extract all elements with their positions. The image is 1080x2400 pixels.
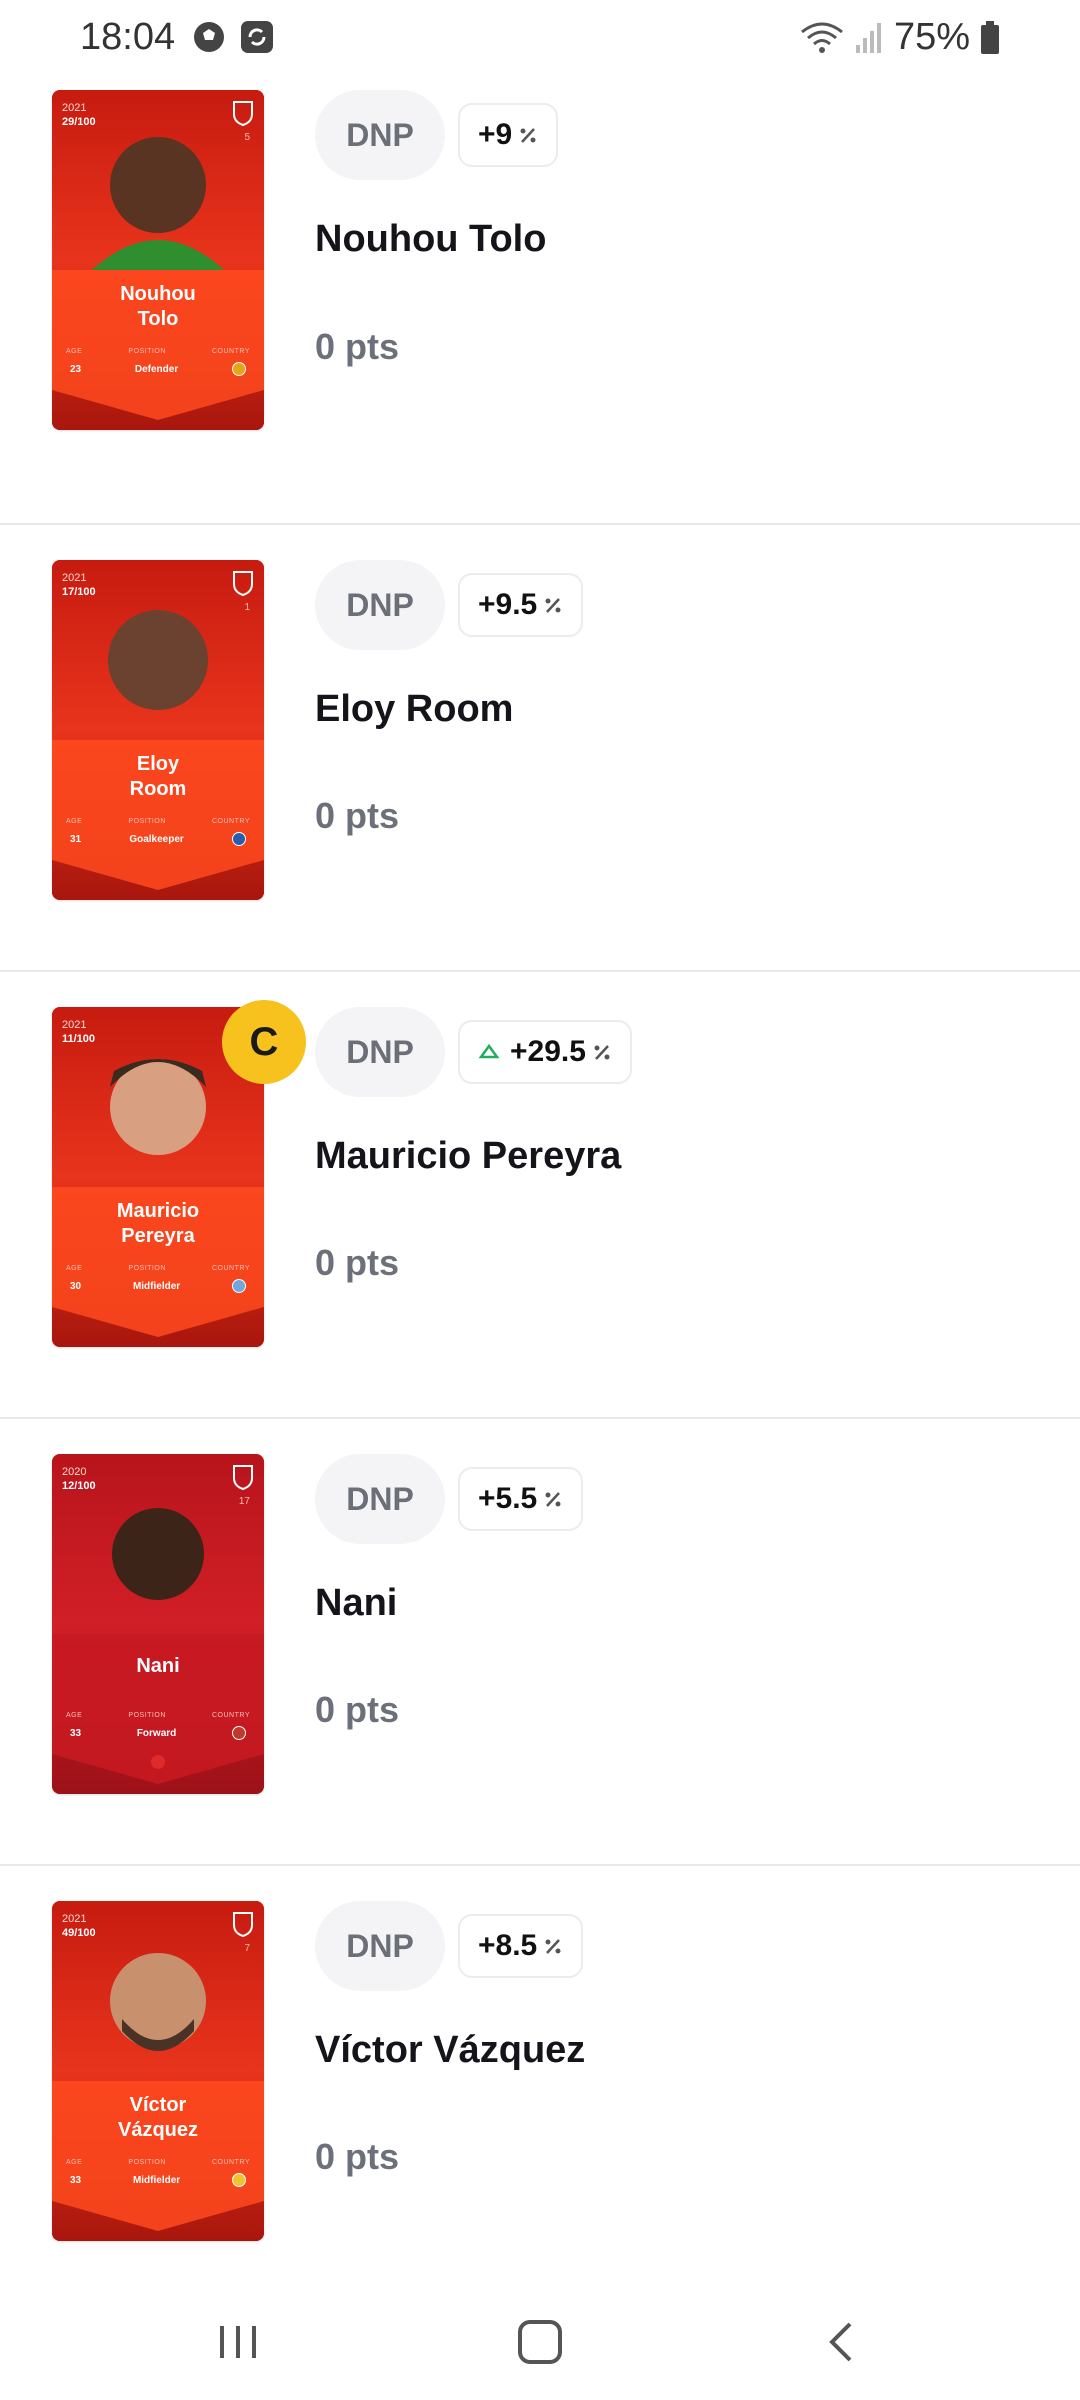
country-flag-icon	[231, 1726, 246, 1740]
player-row[interactable]: 2020 12/100 17 Nani AGE POSITION COUNTRY 33…	[0, 1419, 1080, 1866]
card-shirt-number: 7	[244, 1943, 250, 1954]
percent-icon	[594, 1045, 610, 1060]
card-edition: 2021 11/100	[62, 1019, 96, 1045]
card-edition: 2021 17/100	[62, 572, 96, 598]
card-background	[52, 1454, 264, 1794]
percent-icon	[545, 1939, 561, 1954]
player-points: 0 pts	[315, 1689, 400, 1730]
player-points: 0 pts	[315, 326, 400, 367]
player-points: 0 pts	[315, 795, 400, 836]
wifi-icon	[801, 22, 843, 53]
card-player-name: Eloy Room	[129, 753, 187, 800]
player-points: 0 pts	[315, 2136, 400, 2177]
player-photo	[108, 610, 208, 710]
trend-up-icon	[478, 1043, 500, 1059]
status-badge: DNP	[315, 1901, 445, 1991]
status-right: 75%	[800, 16, 1000, 59]
card-edition: 2020 12/100	[62, 1466, 96, 1492]
player-name: Mauricio Pereyra	[315, 1135, 622, 1177]
player-card[interactable]: 2021 49/100 7 Víctor Vázquez AGE POSITION CO…	[52, 1901, 264, 2241]
card-meta-values: 33 Midfielder	[52, 2173, 264, 2187]
card-player-name: Víctor Vázquez	[117, 2094, 199, 2141]
card-meta-values: 30 Midfielder	[52, 1279, 264, 1293]
card-meta-labels: AGE POSITION COUNTRY	[66, 1265, 250, 1272]
player-photo	[110, 137, 206, 233]
player-card[interactable]: 2020 12/100 17 Nani AGE POSITION COUNTRY 33…	[52, 1454, 264, 1794]
country-flag-icon	[231, 362, 246, 376]
club-crest-icon	[233, 1465, 253, 1490]
card-edition: 2021 49/100	[62, 1913, 96, 1939]
card-background	[52, 1901, 264, 2241]
card-player-name: Mauricio Pereyra	[116, 1200, 200, 1247]
card-meta-values: 23 Defender	[52, 362, 264, 376]
card-player-name: Nani	[136, 1655, 180, 1677]
recent-apps-icon[interactable]	[208, 2312, 268, 2372]
soccer-ball-icon	[194, 22, 224, 52]
player-card[interactable]: 2021 29/100 5 Nouhou Tolo AGE POSITION COUNT…	[52, 90, 264, 430]
card-meta-labels: AGE POSITION COUNTRY	[66, 2159, 250, 2166]
bonus-badge[interactable]: +29.5	[458, 1020, 632, 1084]
card-background	[52, 560, 264, 900]
signal-icon	[855, 22, 881, 53]
back-icon[interactable]	[812, 2312, 872, 2372]
player-name: Eloy Room	[315, 688, 514, 730]
percent-icon	[545, 1492, 561, 1507]
percent-icon	[520, 128, 536, 143]
player-row[interactable]: 2021 17/100 1 Eloy Room AGE POSITION COUNTRY…	[0, 525, 1080, 972]
card-meta-values: 31 Goalkeeper	[52, 832, 264, 846]
battery-percent: 75%	[893, 16, 970, 58]
captain-badge: C	[222, 1000, 306, 1084]
card-background	[52, 90, 264, 430]
card-edition: 2021 29/100	[62, 102, 96, 128]
card-shirt-number: 17	[238, 1496, 250, 1507]
card-shirt-number: 1	[244, 602, 250, 613]
club-crest-icon	[233, 1912, 253, 1937]
card-meta-labels: AGE POSITION COUNTRY	[66, 818, 250, 825]
player-name: Nani	[315, 1582, 398, 1624]
player-row[interactable]: 2021 49/100 7 Víctor Vázquez AGE POSITION CO…	[0, 1866, 1080, 2313]
card-meta-values: 33 Forward	[52, 1726, 264, 1740]
player-photo	[112, 1508, 204, 1600]
status-badge: DNP	[315, 90, 445, 180]
bonus-badge[interactable]: +9.5	[458, 573, 584, 637]
club-crest-icon	[233, 101, 253, 126]
bonus-badge[interactable]: +5.5	[458, 1467, 584, 1531]
status-bar: 18:04 75%	[0, 0, 1080, 78]
status-badge: DNP	[315, 560, 445, 650]
status-badge: DNP	[315, 1007, 445, 1097]
player-row[interactable]: 2021 29/100 5 Nouhou Tolo AGE POSITION COUNT…	[0, 78, 1080, 525]
percent-icon	[545, 598, 561, 613]
country-flag-icon	[231, 832, 246, 846]
country-flag-icon	[231, 2173, 246, 2187]
system-nav-bar	[0, 2272, 1080, 2400]
card-player-name: Nouhou Tolo	[120, 283, 196, 330]
player-name: Víctor Vázquez	[315, 2029, 586, 2071]
card-meta-labels: AGE POSITION COUNTRY	[66, 1712, 250, 1719]
status-time: 18:04	[80, 16, 176, 58]
player-list: 2021 29/100 5 Nouhou Tolo AGE POSITION COUNT…	[0, 78, 1080, 2313]
bonus-badge[interactable]: +8.5	[458, 1914, 584, 1978]
player-photo	[110, 1953, 206, 2049]
player-card[interactable]: 2021 17/100 1 Eloy Room AGE POSITION COUNTRY…	[52, 560, 264, 900]
card-meta-labels: AGE POSITION COUNTRY	[66, 348, 250, 355]
player-points: 0 pts	[315, 1242, 400, 1283]
home-icon[interactable]	[510, 2312, 570, 2372]
country-flag-icon	[231, 1279, 246, 1293]
card-shirt-number: 5	[244, 132, 250, 143]
player-row[interactable]: 202111/100 10 MauricioPereyra AGEPOSITIO…	[0, 972, 1080, 1419]
player-name: Nouhou Tolo	[315, 218, 547, 260]
status-badge: DNP	[315, 1454, 445, 1544]
battery-icon	[981, 20, 999, 54]
bonus-badge[interactable]: +9	[458, 103, 559, 167]
club-crest-icon	[233, 571, 253, 596]
app-sync-icon	[241, 21, 273, 53]
